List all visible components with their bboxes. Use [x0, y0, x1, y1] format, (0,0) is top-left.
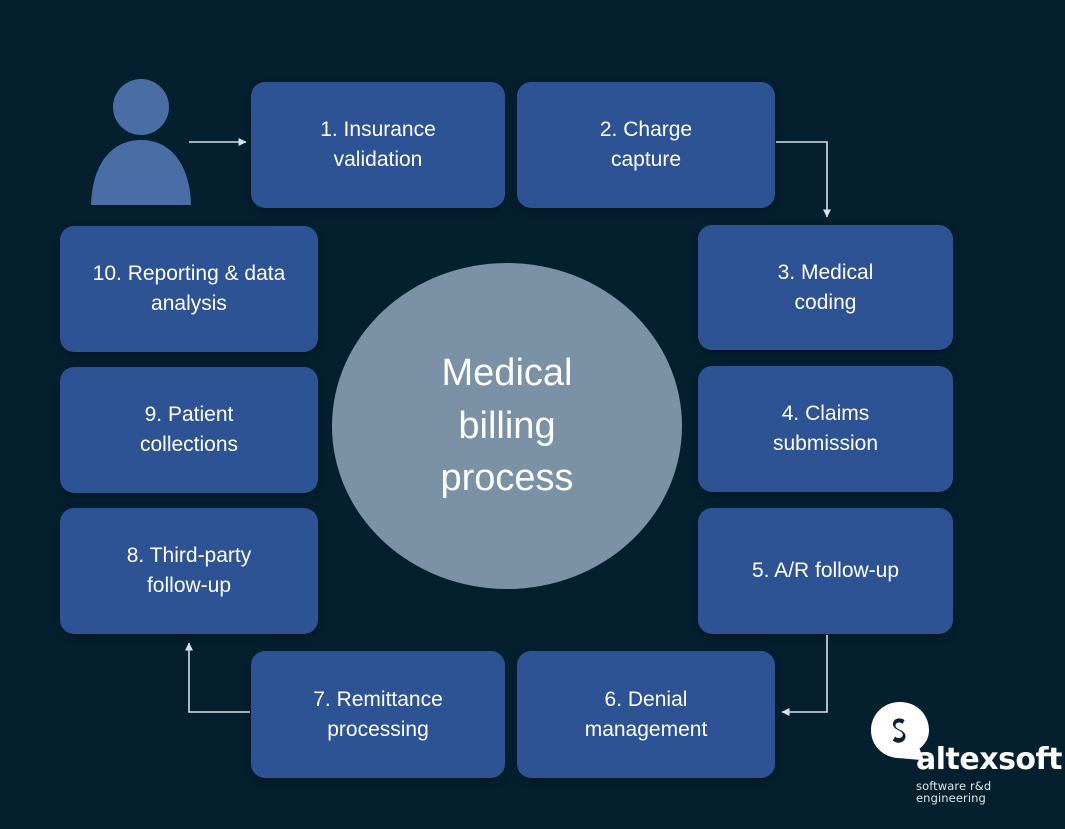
step-box-8-label: 8. Third-party follow-up: [126, 544, 252, 597]
altexsoft-tagline: software r&d engineering: [916, 779, 992, 805]
altexsoft-logo-text: altexsoft software r&d engineering: [916, 742, 1062, 805]
step-box-5[interactable]: 5. A/R follow-up: [698, 508, 953, 634]
step-box-10-label: 10. Reporting & data analysis: [92, 262, 286, 315]
step-box-2[interactable]: 2. Charge capture: [517, 82, 775, 208]
step-box-7-label: 7. Remittance processing: [313, 687, 443, 741]
step-box-6-label: 6. Denial management: [584, 687, 708, 741]
step-box-7[interactable]: 7. Remittance processing: [251, 651, 505, 778]
step-box-8[interactable]: 8. Third-party follow-up: [60, 508, 318, 634]
step-box-4[interactable]: 4. Claims submission: [698, 366, 953, 492]
step-box-1-label: 1. Insurance validation: [320, 118, 436, 171]
step-box-3-label: 3. Medical coding: [777, 260, 874, 314]
arrow-step7-to-step8: [185, 642, 250, 713]
step-box-9[interactable]: 9. Patient collections: [60, 367, 318, 493]
step-box-4-label: 4. Claims submission: [772, 402, 879, 455]
step-box-2-label: 2. Charge capture: [599, 118, 693, 171]
step-box-6[interactable]: 6. Denial management: [517, 651, 775, 778]
arrow-step5-to-step6: [781, 635, 828, 716]
person-icon: [90, 78, 192, 208]
step-box-5-label: 5. A/R follow-up: [751, 559, 900, 583]
center-circle-label: Medical billing process: [440, 352, 574, 500]
arrow-step2-to-step3: [776, 141, 831, 218]
altexsoft-logo: altexsoft software r&d engineering: [869, 700, 1062, 803]
step-box-9-label: 9. Patient collections: [139, 403, 239, 456]
step-box-1[interactable]: 1. Insurance validation: [251, 82, 505, 208]
center-circle: Medical billing process: [332, 263, 682, 589]
step-box-3[interactable]: 3. Medical coding: [698, 225, 953, 350]
diagram-canvas: Medical billing process 1. Insurance val…: [0, 0, 1065, 829]
altexsoft-wordmark: altexsoft: [916, 742, 1062, 777]
step-box-10[interactable]: 10. Reporting & data analysis: [60, 226, 318, 352]
